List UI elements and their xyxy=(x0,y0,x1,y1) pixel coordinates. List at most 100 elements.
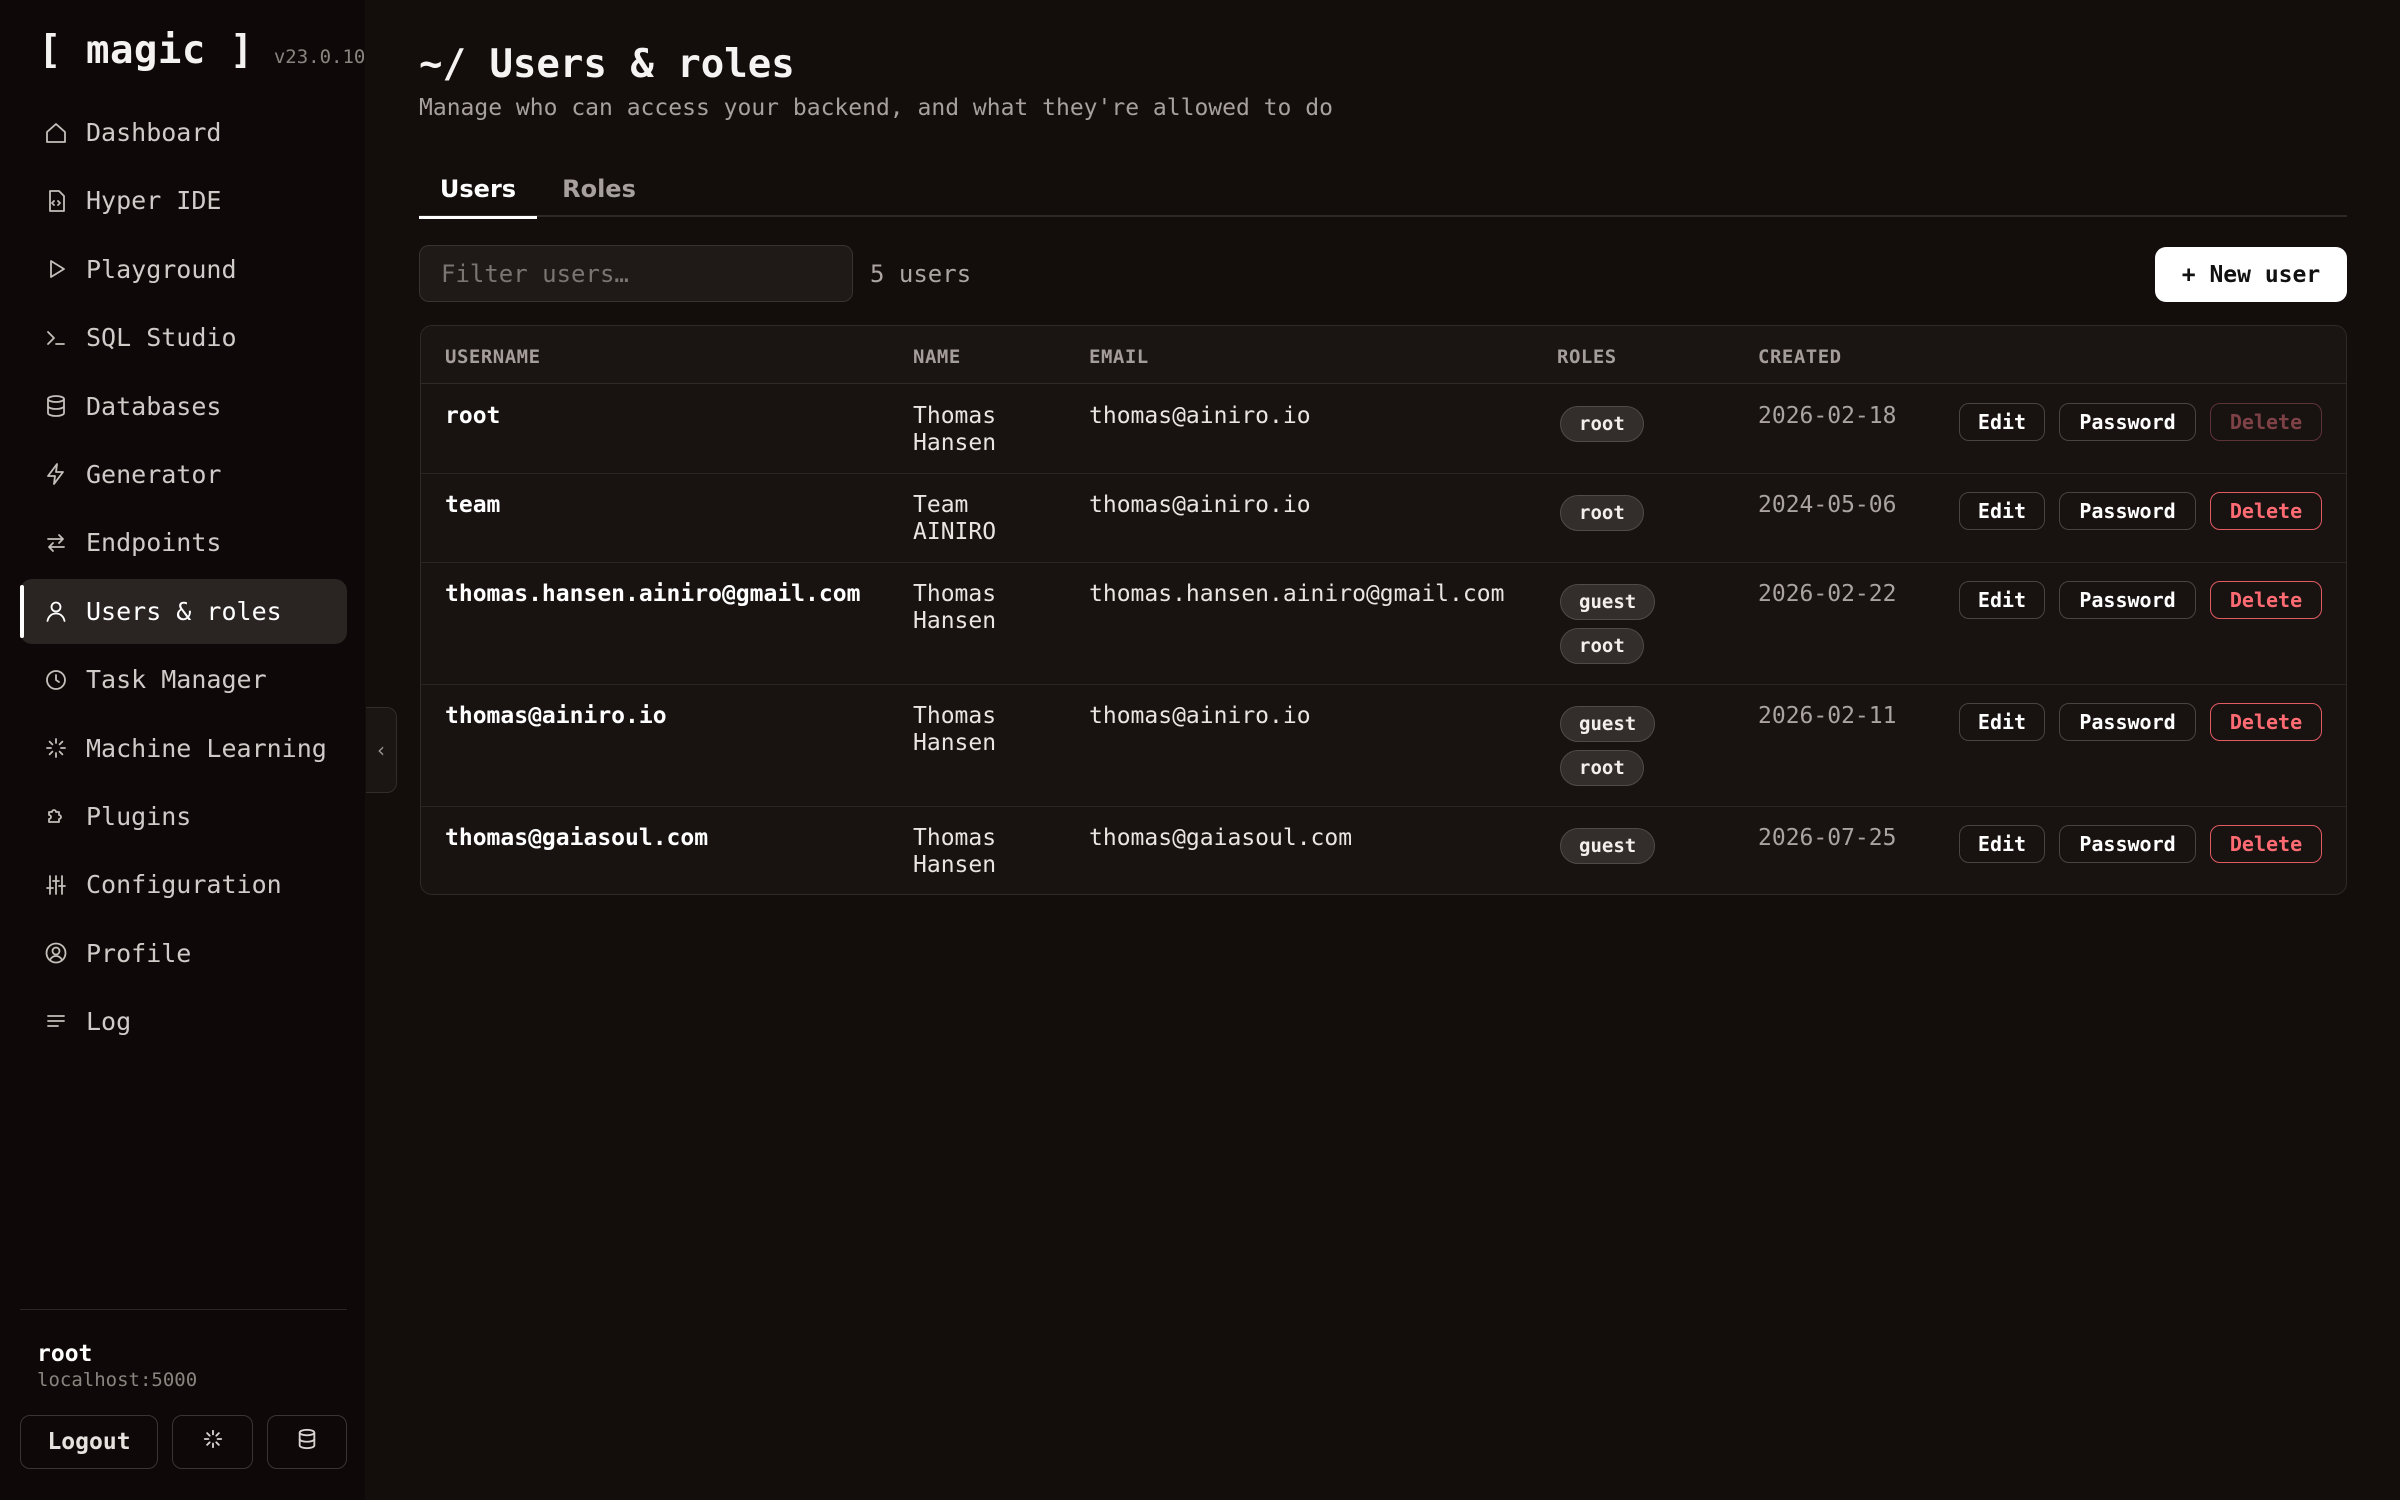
play-icon xyxy=(41,254,71,284)
edit-user-button[interactable]: Edit xyxy=(1959,581,2045,619)
sidebar-item-label: Generator xyxy=(86,459,222,489)
clock-icon xyxy=(41,665,71,695)
logout-button[interactable]: Logout xyxy=(20,1415,158,1469)
sidebar-item-databases[interactable]: Databases xyxy=(20,374,347,439)
sidebar-item-label: Machine Learning xyxy=(86,733,327,763)
terminal-icon xyxy=(41,323,71,353)
tab-users[interactable]: Users xyxy=(419,160,537,219)
role-badge: root xyxy=(1560,750,1644,786)
sidebar-item-log[interactable]: Log xyxy=(20,989,347,1054)
database-icon xyxy=(296,1428,318,1456)
sidebar-item-users-roles[interactable]: Users & roles xyxy=(20,578,347,644)
table-row: thomas@gaiasoul.com Thomas Hansen thomas@g… xyxy=(421,807,2346,894)
edit-user-button[interactable]: Edit xyxy=(1959,492,2045,530)
role-badge: root xyxy=(1560,495,1644,531)
sidebar-item-hyper-ide[interactable]: Hyper IDE xyxy=(20,168,347,233)
tab-bar: Users Roles xyxy=(419,160,2347,219)
brand-version: v23.0.10 xyxy=(273,46,366,68)
role-badge: guest xyxy=(1560,828,1656,864)
cell-username: thomas.hansen.ainiro@gmail.com xyxy=(445,581,861,607)
new-user-button[interactable]: + New user xyxy=(2155,247,2347,302)
column-header-username: USERNAME xyxy=(445,346,541,368)
arrows-swap-icon xyxy=(41,528,71,558)
delete-user-button[interactable]: Delete xyxy=(2210,581,2322,619)
role-badge: root xyxy=(1560,628,1644,664)
role-badge: guest xyxy=(1560,584,1656,620)
cell-email: thomas@ainiro.io xyxy=(1089,703,1311,729)
cell-email: thomas@gaiasoul.com xyxy=(1089,825,1353,851)
cell-roles: guest root xyxy=(1560,584,1656,672)
theme-toggle-button[interactable] xyxy=(172,1415,253,1469)
cell-created: 2026-02-18 xyxy=(1758,403,1897,429)
cell-created: 2026-02-11 xyxy=(1758,703,1897,729)
edit-user-button[interactable]: Edit xyxy=(1959,703,2045,741)
column-header-created: CREATED xyxy=(1758,346,1842,368)
brand[interactable]: [ magic ] v23.0.10 xyxy=(38,28,365,73)
role-badge: root xyxy=(1560,406,1644,442)
cell-name: Thomas Hansen xyxy=(913,825,997,878)
cell-email: thomas.hansen.ainiro@gmail.com xyxy=(1089,581,1505,607)
cell-email: thomas@ainiro.io xyxy=(1089,492,1311,518)
sidebar-item-machine-learning[interactable]: Machine Learning xyxy=(20,716,347,781)
cell-created: 2026-02-22 xyxy=(1758,581,1897,607)
change-password-button[interactable]: Password xyxy=(2059,703,2196,741)
sidebar-item-plugins[interactable]: Plugins xyxy=(20,784,347,849)
cell-roles: root xyxy=(1560,495,1644,539)
sidebar-item-label: Hyper IDE xyxy=(86,186,222,216)
filter-users-input[interactable] xyxy=(419,245,853,302)
column-header-email: EMAIL xyxy=(1089,346,1149,368)
change-password-button[interactable]: Password xyxy=(2059,403,2196,441)
edit-user-button[interactable]: Edit xyxy=(1959,825,2045,863)
chevron-left-icon: ‹ xyxy=(377,738,385,762)
users-table: USERNAME NAME EMAIL ROLES CREATED root Th… xyxy=(420,325,2347,895)
delete-user-button[interactable]: Delete xyxy=(2210,825,2322,863)
sidebar-item-endpoints[interactable]: Endpoints xyxy=(20,510,347,575)
sidebar-item-task-manager[interactable]: Task Manager xyxy=(20,647,347,712)
puzzle-icon xyxy=(41,801,71,831)
sidebar-item-configuration[interactable]: Configuration xyxy=(20,852,347,917)
session-host: localhost:5000 xyxy=(37,1369,198,1391)
table-header: USERNAME NAME EMAIL ROLES CREATED xyxy=(421,326,2346,384)
lines-icon xyxy=(41,1007,71,1037)
cell-roles: root xyxy=(1560,406,1644,450)
sidebar-divider xyxy=(20,1309,347,1310)
sidebar-item-label: Users & roles xyxy=(86,596,282,626)
sidebar-item-label: Dashboard xyxy=(86,118,222,147)
change-password-button[interactable]: Password xyxy=(2059,825,2196,863)
sidebar: [ magic ] v23.0.10 Dashboard Hyper IDE Pla… xyxy=(0,0,365,1500)
page-subtitle: Manage who can access your backend, and … xyxy=(419,95,1333,121)
sidebar-item-label: SQL Studio xyxy=(86,323,237,353)
cell-email: thomas@ainiro.io xyxy=(1089,403,1311,429)
table-row: root Thomas Hansen thomas@ainiro.io root 202… xyxy=(421,385,2346,474)
edit-user-button[interactable]: Edit xyxy=(1959,403,2045,441)
code-file-icon xyxy=(41,186,71,216)
sidebar-item-generator[interactable]: Generator xyxy=(20,442,347,507)
sidebar-item-profile[interactable]: Profile xyxy=(20,921,347,986)
cell-username: thomas@gaiasoul.com xyxy=(445,825,709,851)
sparkle-icon xyxy=(202,1428,224,1456)
sidebar-item-label: Configuration xyxy=(86,870,282,900)
role-badge: guest xyxy=(1560,706,1656,742)
sidebar-item-playground[interactable]: Playground xyxy=(20,237,347,302)
sidebar-item-label: Playground xyxy=(86,254,237,284)
sidebar-item-label: Databases xyxy=(86,391,222,421)
sidebar-item-dashboard[interactable]: Dashboard xyxy=(20,100,347,165)
tab-roles[interactable]: Roles xyxy=(549,160,649,217)
sidebar-item-sql-studio[interactable]: SQL Studio xyxy=(20,305,347,370)
cell-roles: guest root xyxy=(1560,706,1656,794)
database-icon xyxy=(41,391,71,421)
bolt-icon xyxy=(41,459,71,489)
change-password-button[interactable]: Password xyxy=(2059,492,2196,530)
sidebar-collapse-handle[interactable]: ‹ xyxy=(366,707,397,793)
page-title: ~/ Users & roles xyxy=(419,42,795,87)
delete-user-button[interactable]: Delete xyxy=(2210,492,2322,530)
cell-username: team xyxy=(445,492,501,518)
home-icon xyxy=(41,118,71,148)
sparkle-icon xyxy=(41,733,71,763)
database-button[interactable] xyxy=(267,1415,347,1469)
cell-name: Thomas Hansen xyxy=(913,703,997,756)
column-header-name: NAME xyxy=(913,346,961,368)
delete-user-button[interactable]: Delete xyxy=(2210,703,2322,741)
change-password-button[interactable]: Password xyxy=(2059,581,2196,619)
table-row: thomas.hansen.ainiro@gmail.com Thomas Han… xyxy=(421,563,2346,685)
